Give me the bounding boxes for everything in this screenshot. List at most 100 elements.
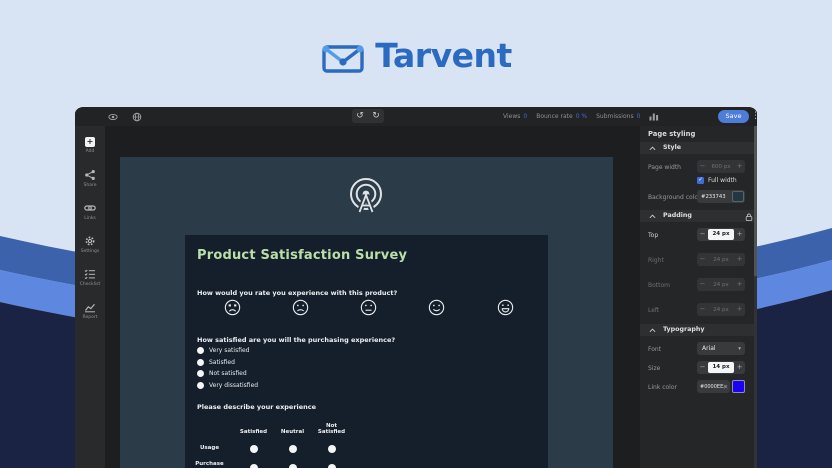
- redo-icon[interactable]: ↻: [368, 109, 384, 123]
- lock-icon[interactable]: [745, 213, 753, 221]
- add-icon: +: [85, 136, 95, 147]
- survey-card[interactable]: Product Satisfaction Survey How would yo…: [185, 235, 548, 468]
- minus-icon[interactable]: −: [697, 278, 708, 291]
- checkbox-checked-icon[interactable]: ✓: [697, 177, 704, 184]
- background-color-label: Background color: [648, 193, 701, 201]
- face-satisfied-icon[interactable]: [428, 299, 445, 316]
- save-button[interactable]: Save: [718, 110, 749, 123]
- link-color-input[interactable]: #0000EE: [697, 380, 730, 393]
- padding-bottom-stepper[interactable]: − 24 px +: [697, 278, 745, 291]
- page-width-stepper[interactable]: − 600 px +: [697, 160, 745, 173]
- size-stepper[interactable]: − 14 px +: [697, 361, 745, 374]
- face-very-dissatisfied-icon[interactable]: [224, 299, 241, 316]
- survey-title: Product Satisfaction Survey: [197, 248, 408, 263]
- plus-icon[interactable]: +: [734, 160, 745, 173]
- link-color-swatch[interactable]: [732, 380, 745, 393]
- report-chart-icon: [85, 303, 95, 312]
- matrix-cell: [312, 439, 351, 458]
- sidebar-item-links[interactable]: Links: [75, 198, 105, 224]
- section-typography[interactable]: Typography: [640, 324, 757, 336]
- broadcast-logo-icon[interactable]: [344, 175, 388, 219]
- editor-workspace: Product Satisfaction Survey How would yo…: [105, 126, 707, 468]
- chevron-up-icon: [649, 328, 656, 332]
- radio-option[interactable]: Very satisfied: [197, 347, 258, 354]
- page-canvas[interactable]: Product Satisfaction Survey How would yo…: [120, 157, 613, 468]
- matrix-cell: [273, 439, 312, 458]
- minus-icon[interactable]: −: [697, 361, 708, 374]
- sidebar-item-add[interactable]: + Add: [75, 132, 105, 158]
- chevron-up-icon: [649, 214, 656, 218]
- sidebar-item-share[interactable]: Share: [75, 165, 105, 191]
- radio-option[interactable]: Very dissatisfied: [197, 381, 258, 389]
- sidebar-item-checklist[interactable]: Checklist: [75, 264, 105, 290]
- padding-right-row: Right − 24 px +: [640, 253, 757, 267]
- undo-icon[interactable]: ↺: [352, 109, 368, 123]
- envelope-logo-icon: [322, 44, 364, 73]
- minus-icon[interactable]: −: [697, 160, 708, 173]
- analytics-chart-icon[interactable]: [649, 112, 659, 121]
- plus-icon[interactable]: +: [734, 303, 745, 316]
- padding-right-value: 24 px: [713, 256, 729, 263]
- preview-eye-icon[interactable]: [108, 112, 118, 122]
- sidebar-item-report[interactable]: Report: [75, 297, 105, 323]
- full-width-toggle[interactable]: ✓ Full width: [697, 177, 737, 184]
- background-color-swatch[interactable]: [732, 191, 744, 202]
- radio-icon[interactable]: [249, 463, 258, 468]
- padding-right-stepper[interactable]: − 24 px +: [697, 253, 745, 266]
- minus-icon[interactable]: −: [697, 253, 708, 266]
- page-width-value: 600 px: [711, 163, 731, 170]
- radio-option-list: Very satisfied Satisfied Not satisfied V…: [197, 347, 258, 389]
- face-very-satisfied-icon[interactable]: [497, 299, 514, 316]
- globe-icon[interactable]: [132, 112, 142, 122]
- matrix-cell: [273, 458, 312, 468]
- background-color-value[interactable]: #233743: [697, 194, 732, 200]
- kebab-menu-icon[interactable]: ⋮: [751, 110, 757, 123]
- page: { "brand": { "name": "Tarvent" }, "icons…: [0, 0, 832, 468]
- link-color-value[interactable]: #0000EE: [697, 384, 723, 390]
- link-color-label: Link color: [648, 383, 677, 391]
- section-padding[interactable]: Padding: [640, 210, 757, 222]
- minus-icon[interactable]: −: [697, 228, 708, 241]
- plus-icon[interactable]: +: [734, 361, 745, 374]
- link-icon: [84, 204, 96, 211]
- padding-top-stepper[interactable]: − 24 px +: [697, 228, 745, 241]
- size-value[interactable]: 14 px: [708, 362, 734, 373]
- radio-icon[interactable]: [197, 358, 204, 366]
- sidebar-item-settings[interactable]: Settings: [75, 231, 105, 257]
- padding-top-value[interactable]: 24 px: [708, 229, 734, 240]
- radio-icon[interactable]: [249, 444, 258, 453]
- eyedropper-slash-icon[interactable]: [723, 382, 728, 391]
- radio-icon[interactable]: [197, 347, 204, 354]
- radio-icon[interactable]: [327, 463, 336, 468]
- plus-icon[interactable]: +: [734, 278, 745, 291]
- matrix-cell: [312, 458, 351, 468]
- radio-option[interactable]: Satisfied: [197, 358, 258, 366]
- panel-scrollbar[interactable]: [754, 126, 757, 468]
- share-icon: [85, 169, 95, 180]
- section-style[interactable]: Style: [640, 142, 757, 154]
- panel-scrollbar-thumb[interactable]: [754, 126, 757, 276]
- radio-icon[interactable]: [197, 381, 204, 389]
- size-row: Size − 14 px +: [640, 361, 757, 375]
- padding-bottom-value: 24 px: [713, 281, 729, 288]
- face-dissatisfied-icon[interactable]: [292, 299, 309, 316]
- plus-icon[interactable]: +: [734, 228, 745, 241]
- link-color-row: Link color #0000EE: [640, 380, 757, 394]
- radio-icon[interactable]: [288, 444, 297, 453]
- app-window: ↺ ↻ Views 0 Bounce rate 0 % Submissions …: [75, 105, 757, 468]
- radio-icon[interactable]: [327, 444, 336, 453]
- plus-icon[interactable]: +: [734, 253, 745, 266]
- radio-option[interactable]: Not satisfied: [197, 370, 258, 378]
- matrix-col-header: Neutral: [280, 429, 305, 436]
- radio-icon[interactable]: [197, 370, 204, 378]
- matrix-row-label: Purchase process: [195, 460, 224, 468]
- matrix-col-header: Not Satisfied: [317, 422, 346, 436]
- padding-left-stepper[interactable]: − 24 px +: [697, 303, 745, 316]
- emoji-rating-row: [185, 299, 548, 317]
- radio-icon[interactable]: [288, 463, 297, 468]
- face-neutral-icon[interactable]: [360, 299, 377, 316]
- font-dropdown[interactable]: Arial ▾: [697, 342, 745, 355]
- matrix-col-header: Satisfied: [239, 429, 268, 436]
- background-color-input[interactable]: #233743: [697, 190, 745, 203]
- minus-icon[interactable]: −: [697, 303, 708, 316]
